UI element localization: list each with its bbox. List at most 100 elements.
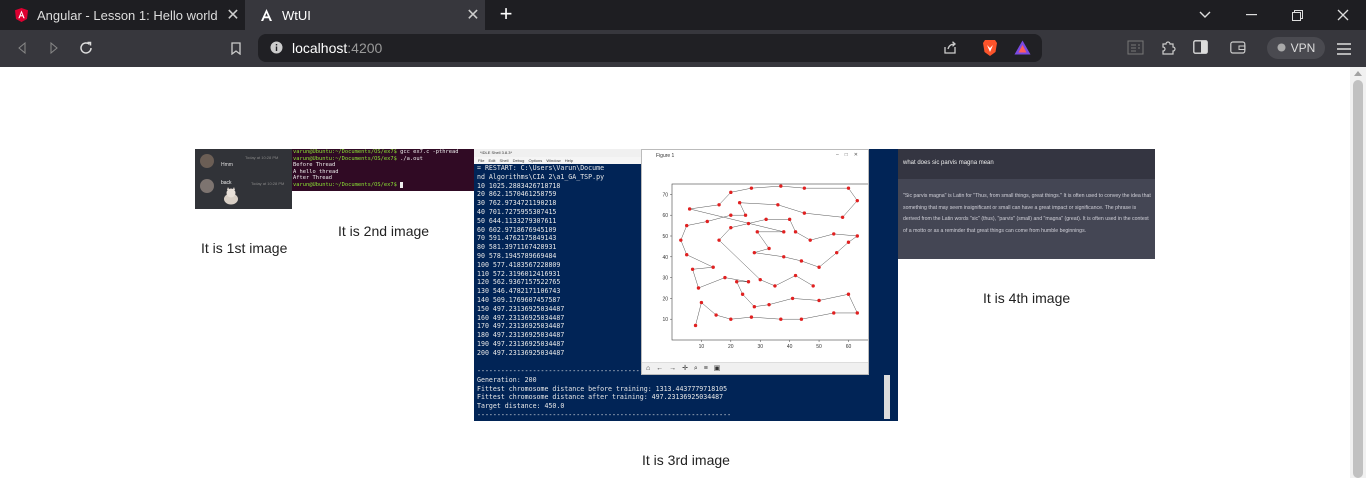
scrollbar-thumb[interactable] <box>1353 80 1363 478</box>
wallet-icon[interactable] <box>1230 40 1246 59</box>
scroll-up-arrow-icon[interactable] <box>1354 71 1362 76</box>
url-host: localhost <box>292 40 348 56</box>
bookmark-icon[interactable] <box>224 37 248 59</box>
city-point <box>808 238 812 242</box>
city-point <box>773 284 777 288</box>
figure-toolbar: ⌂ ← → ✛ ⌕ ≡ ▣ <box>642 362 868 374</box>
city-point <box>790 296 795 301</box>
shell-scrollbar <box>884 375 890 419</box>
shell-row: 170 497.23136925034487 <box>477 322 565 331</box>
x-tick-label: 50 <box>816 344 822 350</box>
city-point <box>832 232 836 236</box>
chat-timestamp: Today at 10:28 PM <box>245 155 279 160</box>
tab-wtui[interactable]: WtUI ✕ <box>245 0 485 30</box>
vpn-status-dot-icon <box>1277 41 1286 55</box>
terminal-prompt: varun@Ubuntu:~/Documents/OS/ex7$ <box>293 181 397 188</box>
brave-rewards-icon[interactable] <box>1014 40 1031 60</box>
sidebar-toggle-icon[interactable] <box>1193 40 1208 59</box>
shell-row: 60 602.9718676945109 <box>477 225 557 234</box>
reader-mode-icon[interactable] <box>1127 40 1144 60</box>
city-point <box>817 265 821 269</box>
y-tick-label: 40 <box>662 255 668 261</box>
city-point <box>855 234 859 238</box>
x-tick-label: 30 <box>757 344 763 350</box>
restore-button[interactable] <box>1274 0 1320 30</box>
city-point <box>685 223 689 228</box>
shell-row: 140 509.1769607457587 <box>477 295 561 304</box>
extensions-icon[interactable] <box>1160 39 1176 60</box>
x-tick-label: 20 <box>728 344 734 350</box>
x-tick-label: 10 <box>699 344 705 350</box>
back-arrow-icon[interactable] <box>10 37 34 59</box>
vpn-label: VPN <box>1290 41 1316 55</box>
vpn-button[interactable]: VPN <box>1267 37 1325 59</box>
city-point <box>758 277 762 282</box>
city-point <box>779 184 783 188</box>
shell-row: 120 562.9367157522765 <box>477 278 561 287</box>
terminal-prompt: varun@Ubuntu:~/Documents/OS/ex7$ <box>293 155 397 162</box>
city-point <box>729 213 733 217</box>
shell-row: 20 862.1570461258759 <box>477 190 557 199</box>
caption-image-4: It is 4th image <box>983 290 1071 306</box>
avatar <box>200 179 214 193</box>
shell-row: 190 497.23136925034487 <box>477 339 565 348</box>
terminal-command: gcc ex7.c -pthread <box>396 149 459 155</box>
shell-title: *IDLE Shell 3.8.3* <box>474 149 644 157</box>
city-point <box>743 213 748 217</box>
city-point <box>755 230 759 234</box>
city-point <box>685 253 689 257</box>
shell-row: 200 497.23136925034487 <box>477 348 565 357</box>
city-point <box>729 225 733 230</box>
city-point <box>817 298 821 303</box>
close-window-button[interactable] <box>1320 0 1366 30</box>
figure-window-controls-icon: –□✕ <box>836 152 864 158</box>
city-point <box>679 238 683 242</box>
city-point <box>714 313 718 317</box>
reload-icon[interactable] <box>74 37 98 59</box>
city-point <box>799 259 804 263</box>
brave-shield-icon[interactable] <box>982 39 998 62</box>
city-point <box>855 311 859 315</box>
city-point <box>767 246 771 251</box>
menu-hamburger-icon[interactable] <box>1337 42 1351 60</box>
terminal-prompt: varun@Ubuntu:~/Documents/OS/ex7$ <box>293 149 397 155</box>
shell-row: 130 546.4782171106743 <box>477 287 561 296</box>
page-scrollbar[interactable] <box>1350 67 1366 478</box>
city-point <box>705 219 709 224</box>
city-point <box>740 292 745 296</box>
new-tab-button[interactable]: + <box>494 3 518 27</box>
cat-sticker-icon <box>224 187 238 205</box>
shell-row: 100 577.4183567228809 <box>477 260 561 269</box>
tab-close-icon[interactable]: ✕ <box>461 5 485 25</box>
city-point <box>752 305 757 309</box>
tab-angular-lesson[interactable]: Angular - Lesson 1: Hello world ✕ <box>0 0 245 30</box>
share-icon[interactable] <box>943 41 957 60</box>
city-point <box>687 207 692 211</box>
city-point <box>787 217 792 222</box>
url-text: localhost:4200 <box>292 40 382 56</box>
shell-row: 10 1025.2883426718718 <box>477 181 561 190</box>
y-tick-label: 30 <box>662 276 668 282</box>
city-point <box>690 267 695 271</box>
city-point <box>776 203 780 207</box>
caption-image-2: It is 2nd image <box>338 223 430 239</box>
city-point <box>846 240 851 244</box>
tab-list-chevron-icon[interactable] <box>1182 0 1228 30</box>
shell-row: 180 497.23136925034487 <box>477 331 565 340</box>
city-point <box>832 311 836 315</box>
city-point <box>749 315 754 319</box>
figure-window: Figure 1 –□✕ 10 20 30 40 50 60 10 20 30 40 50 60 70 … <box>641 149 869 375</box>
angular-icon <box>14 8 28 22</box>
shell-row: 70 591.4762175849143 <box>477 234 557 243</box>
city-point <box>802 211 807 215</box>
tab-close-icon[interactable]: ✕ <box>221 5 245 25</box>
city-point <box>729 317 733 321</box>
minimize-button[interactable] <box>1228 0 1274 30</box>
address-bar[interactable]: localhost:4200 <box>258 34 1042 62</box>
site-info-icon[interactable] <box>270 41 283 59</box>
chat-message: Hmm <box>221 162 233 168</box>
forward-arrow-icon[interactable] <box>42 37 66 59</box>
target-text: Target distance: 450.0 <box>477 402 565 411</box>
chat-username: back <box>221 180 232 186</box>
divider-line: ----------------------------------------… <box>477 410 732 419</box>
